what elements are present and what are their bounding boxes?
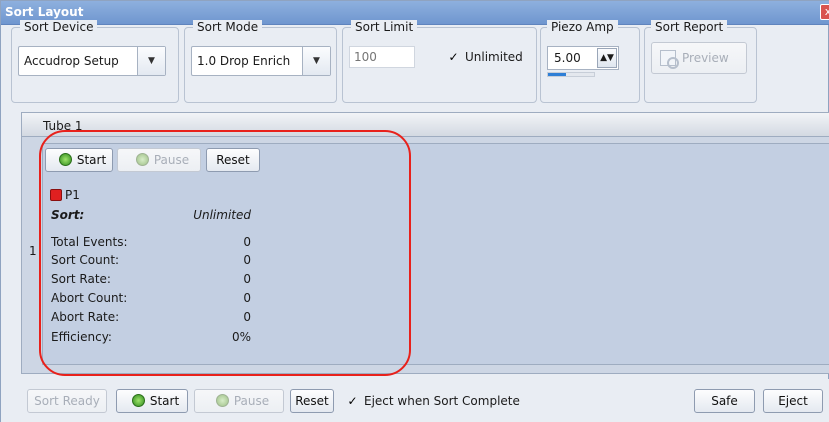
- eject-when-complete-checkbox[interactable]: ✓ Eject when Sort Complete: [346, 394, 520, 408]
- stat-value: 0: [243, 272, 251, 286]
- population-color-swatch: [50, 189, 62, 201]
- tube-start-button[interactable]: Start: [45, 148, 113, 172]
- unlimited-checkbox[interactable]: ✓ Unlimited: [447, 50, 523, 64]
- row-index: 1: [29, 244, 37, 258]
- sort-mode-combo[interactable]: 1.0 Drop Enrich ▼: [191, 46, 331, 76]
- piezo-amp-label: Piezo Amp: [547, 20, 618, 34]
- stat-value: 0: [243, 291, 251, 305]
- sort-device-value: Accudrop Setup: [24, 54, 119, 68]
- close-icon[interactable]: x: [820, 4, 829, 20]
- preview-icon: [660, 50, 679, 69]
- sort-report-group: Sort Report Preview: [644, 20, 757, 103]
- unlimited-label: Unlimited: [465, 50, 523, 64]
- sort-ready-button[interactable]: Sort Ready: [27, 389, 107, 413]
- spin-arrows-icon[interactable]: ▲▼: [597, 48, 617, 68]
- population-name: P1: [65, 188, 80, 202]
- sort-mode-group: Sort Mode 1.0 Drop Enrich ▼: [184, 20, 337, 103]
- piezo-amp-spinner[interactable]: 5.00 ▲▼: [547, 46, 619, 70]
- stat-value: 0%: [231, 330, 251, 344]
- eject-button[interactable]: Eject: [763, 389, 823, 413]
- stat-label: Efficiency:: [51, 330, 112, 344]
- sort-device-label: Sort Device: [20, 20, 98, 34]
- sort-device-group: Sort Device Accudrop Setup ▼: [11, 20, 179, 103]
- piezo-amp-value[interactable]: 5.00: [554, 51, 581, 65]
- pause-label: Pause: [233, 394, 270, 408]
- preview-label: Preview: [682, 51, 729, 65]
- check-icon: ✓: [448, 50, 459, 64]
- reset-button[interactable]: Reset: [290, 389, 334, 413]
- sort-limit-group: Sort Limit ✓ Unlimited: [342, 20, 537, 103]
- pause-button[interactable]: Pause: [194, 389, 284, 413]
- tube-title: Tube 1: [43, 119, 83, 133]
- chevron-down-icon[interactable]: ▼: [302, 47, 330, 75]
- sort-device-combo[interactable]: Accudrop Setup ▼: [18, 46, 166, 76]
- status-led-icon: [135, 153, 149, 166]
- status-led-icon: [58, 153, 72, 166]
- preview-button[interactable]: Preview: [651, 42, 747, 74]
- tube-header[interactable]: Tube 1: [22, 113, 829, 137]
- safe-label: Safe: [711, 394, 738, 408]
- tube-reset-button[interactable]: Reset: [206, 148, 260, 172]
- safe-button[interactable]: Safe: [694, 389, 755, 413]
- status-led-icon: [131, 394, 145, 407]
- sort-limit-input[interactable]: [350, 47, 414, 67]
- sort-limit-label: Sort Limit: [351, 20, 418, 34]
- sort-value: Unlimited: [193, 208, 251, 222]
- stat-label: Abort Rate:: [51, 310, 120, 324]
- sort-layout-window: Sort Layout x Sort Device Accudrop Setup…: [0, 0, 829, 422]
- eject-when-complete-label: Eject when Sort Complete: [364, 394, 520, 408]
- start-label: Start: [149, 394, 180, 408]
- piezo-amp-group: Piezo Amp 5.00 ▲▼: [540, 20, 640, 103]
- stat-label: Abort Count:: [51, 291, 128, 305]
- chevron-down-icon[interactable]: ▼: [137, 47, 165, 75]
- tube-reset-label: Reset: [216, 153, 250, 167]
- tube-start-label: Start: [76, 153, 107, 167]
- sort-mode-value: 1.0 Drop Enrich: [197, 54, 291, 68]
- stat-label: Total Events:: [51, 235, 128, 249]
- tube-pause-label: Pause: [153, 153, 190, 167]
- stat-value: 0: [243, 310, 251, 324]
- reset-label: Reset: [295, 394, 329, 408]
- sort-ready-label: Sort Ready: [34, 394, 100, 408]
- sort-label: Sort:: [51, 208, 85, 222]
- tube-body: [42, 143, 829, 365]
- tube-pause-button[interactable]: Pause: [117, 148, 201, 172]
- piezo-amp-level-bar: [547, 72, 595, 77]
- stat-value: 0: [243, 253, 251, 267]
- stat-value: 0: [243, 235, 251, 249]
- sort-mode-label: Sort Mode: [193, 20, 263, 34]
- stat-label: Sort Count:: [51, 253, 120, 267]
- start-button[interactable]: Start: [116, 389, 188, 413]
- eject-label: Eject: [778, 394, 808, 408]
- stat-label: Sort Rate:: [51, 272, 111, 286]
- check-icon: ✓: [347, 394, 358, 408]
- status-led-icon: [215, 394, 229, 407]
- window-title: Sort Layout: [5, 5, 84, 19]
- sort-limit-input-box[interactable]: [349, 46, 415, 68]
- sort-report-label: Sort Report: [651, 20, 728, 34]
- piezo-amp-level-fill: [548, 73, 567, 76]
